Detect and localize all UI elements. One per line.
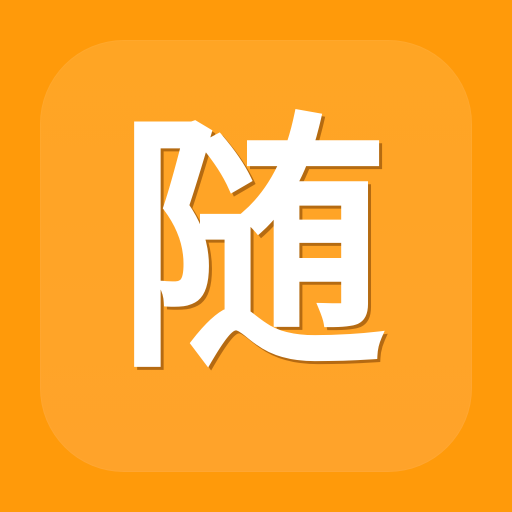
app-icon[interactable]: 随: [40, 40, 472, 472]
app-icon-glyph: 随: [117, 90, 387, 405]
app-icon-canvas: 随: [0, 0, 512, 512]
